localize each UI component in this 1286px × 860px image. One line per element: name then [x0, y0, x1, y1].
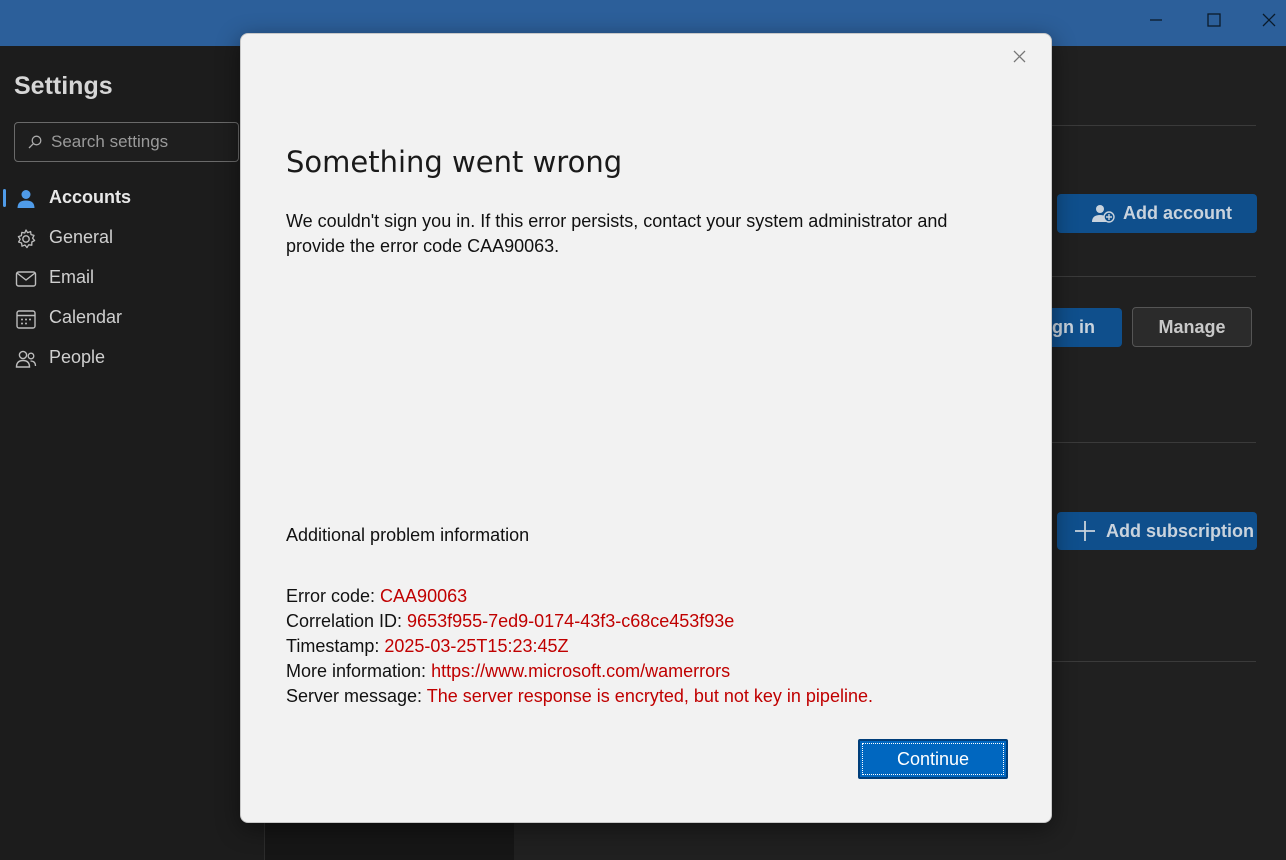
calendar-icon: [16, 310, 36, 329]
close-icon: [1013, 50, 1025, 62]
more-information-row: More information: https://www.microsoft.…: [286, 659, 873, 684]
info-label: More information:: [286, 661, 432, 681]
sidebar-item-label: Accounts: [49, 187, 132, 207]
error-code-row: Error code: CAA90063: [286, 584, 873, 609]
info-label: Error code:: [286, 586, 381, 606]
correlation-id-value: 9653f955-7ed9-0174-43f3-c68ce453f93e: [407, 611, 735, 631]
settings-title: Settings: [14, 72, 113, 100]
sidebar-item-accounts[interactable]: Accounts: [0, 179, 240, 217]
close-icon: [1262, 13, 1276, 27]
problem-info-list: Error code: CAA90063 Correlation ID: 965…: [286, 584, 873, 709]
sidebar-item-email[interactable]: Email: [0, 259, 240, 297]
add-account-button[interactable]: Add account: [1057, 194, 1257, 233]
manage-label: Manage: [1158, 316, 1226, 337]
maximize-button[interactable]: [1189, 0, 1239, 40]
add-subscription-button[interactable]: Add subscription: [1057, 512, 1257, 550]
continue-button[interactable]: Continue: [858, 739, 1008, 779]
error-dialog: Something went wrong We couldn't sign yo…: [240, 33, 1052, 823]
sidebar-item-label: Calendar: [49, 307, 123, 327]
mail-icon: [15, 271, 37, 287]
info-label: Server message:: [286, 686, 427, 706]
person-icon: [17, 190, 35, 208]
sign-in-button[interactable]: gn in: [1052, 308, 1122, 347]
people-icon: [15, 350, 37, 368]
sidebar-item-calendar[interactable]: Calendar: [0, 299, 240, 337]
search-settings-box[interactable]: [14, 122, 239, 162]
minimize-icon: [1150, 19, 1162, 21]
gear-icon: [17, 229, 36, 249]
timestamp-row: Timestamp: 2025-03-25T15:23:45Z: [286, 634, 873, 659]
close-window-button[interactable]: [1252, 0, 1286, 40]
dialog-message: We couldn't sign you in. If this error p…: [286, 211, 948, 256]
info-label: Correlation ID:: [286, 611, 408, 631]
dialog-title: Something went wrong: [286, 145, 623, 179]
info-label: Timestamp:: [286, 636, 385, 656]
sign-in-label: gn in: [1052, 317, 1095, 337]
add-account-label: Add account: [1123, 203, 1233, 223]
active-indicator: [3, 189, 6, 207]
correlation-id-row: Correlation ID: 9653f955-7ed9-0174-43f3-…: [286, 609, 873, 634]
dialog-close-button[interactable]: [1007, 44, 1031, 68]
manage-button[interactable]: Manage: [1132, 307, 1252, 347]
sidebar-item-general[interactable]: General: [0, 219, 240, 257]
maximize-icon: [1207, 13, 1221, 27]
sidebar-item-label: Email: [49, 267, 95, 287]
timestamp-value: 2025-03-25T15:23:45Z: [384, 636, 569, 656]
server-message-value: The server response is encryted, but not…: [426, 686, 873, 706]
search-icon: [28, 135, 42, 149]
minimize-button[interactable]: [1131, 0, 1181, 40]
additional-info-heading: Additional problem information: [286, 525, 530, 545]
search-settings-input[interactable]: [51, 131, 231, 153]
add-subscription-label: Add subscription: [1106, 520, 1254, 541]
settings-sidebar: Settings Accounts General Email Calendar…: [0, 46, 264, 860]
sidebar-item-label: People: [49, 347, 106, 367]
add-person-icon: [1092, 204, 1115, 223]
more-information-link[interactable]: https://www.microsoft.com/wamerrors: [431, 661, 730, 681]
plus-icon: [1075, 521, 1095, 541]
server-message-row: Server message: The server response is e…: [286, 684, 873, 709]
error-code-value: CAA90063: [380, 586, 468, 606]
sidebar-item-people[interactable]: People: [0, 339, 240, 377]
sidebar-item-label: General: [49, 227, 114, 247]
